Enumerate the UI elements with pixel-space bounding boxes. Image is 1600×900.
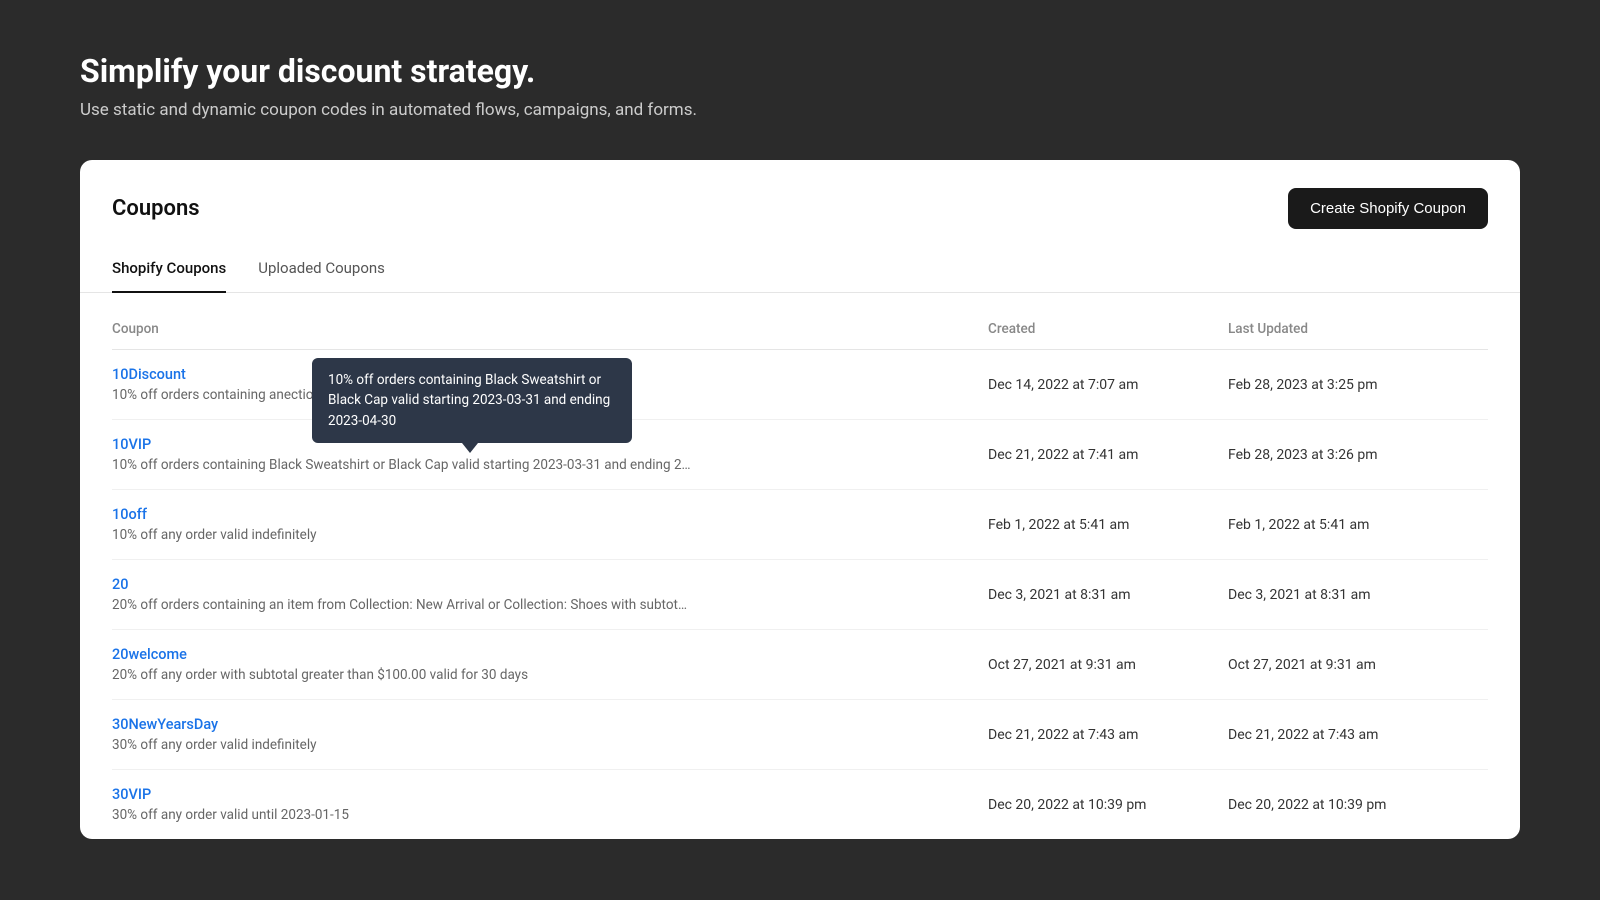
coupon-description: 10% off orders containing Black Sweatshi… [112,457,692,473]
table-row: 10VIP 10% off orders containing Black Swe… [112,420,1488,490]
coupon-name-link[interactable]: 10off [112,506,988,523]
last-updated-date: Dec 3, 2021 at 8:31 am [1228,576,1488,613]
table-header: Coupon Created Last Updated [112,313,1488,350]
tab-uploaded-coupons[interactable]: Uploaded Coupons [258,249,385,293]
page-subtitle: Use static and dynamic coupon codes in a… [80,100,1520,120]
coupon-cell: 30NewYearsDay 30% off any order valid ind… [112,716,988,753]
created-date: Dec 21, 2022 at 7:43 am [988,716,1228,753]
coupon-name-link[interactable]: 30VIP [112,786,988,803]
coupons-card: Coupons Create Shopify Coupon Shopify Co… [80,160,1520,839]
coupon-name-link[interactable]: 10Discount [112,366,988,383]
created-date: Dec 21, 2022 at 7:41 am [988,436,1228,473]
last-updated-date: Dec 21, 2022 at 7:43 am [1228,716,1488,753]
coupon-description: 30% off any order valid indefinitely [112,737,692,753]
column-header-created: Created [988,321,1228,337]
coupon-name-link[interactable]: 20 [112,576,988,593]
coupon-cell: 20welcome 20% off any order with subtotal… [112,646,988,683]
tab-shopify-coupons[interactable]: Shopify Coupons [112,249,226,293]
coupon-cell: 10VIP 10% off orders containing Black Swe… [112,436,988,473]
coupon-description: 10% off any order valid indefinitely [112,527,692,543]
table-row: 20welcome 20% off any order with subtotal… [112,630,1488,700]
last-updated-date: Oct 27, 2021 at 9:31 am [1228,646,1488,683]
table-row: 10off 10% off any order valid indefinitel… [112,490,1488,560]
table-row: 10% off orders containing Black Sweatshi… [112,350,1488,420]
coupon-name-link[interactable]: 10VIP [112,436,988,453]
coupon-name-link[interactable]: 30NewYearsDay [112,716,988,733]
card-title: Coupons [112,196,200,221]
coupon-cell: 20 20% off orders containing an item from… [112,576,988,613]
last-updated-date: Feb 28, 2023 at 3:26 pm [1228,436,1488,473]
page-title: Simplify your discount strategy. [80,52,1520,90]
create-shopify-coupon-button[interactable]: Create Shopify Coupon [1288,188,1488,229]
table-row: 30NewYearsDay 30% off any order valid ind… [112,700,1488,770]
page-header: Simplify your discount strategy. Use sta… [0,0,1600,160]
table-row: 20 20% off orders containing an item from… [112,560,1488,630]
coupon-description: 20% off orders containing an item from C… [112,597,692,613]
column-header-last-updated: Last Updated [1228,321,1488,337]
coupon-cell: 30VIP 30% off any order valid until 2023-… [112,786,988,823]
table-container: Coupon Created Last Updated 10% off orde… [80,293,1520,839]
last-updated-date: Feb 28, 2023 at 3:25 pm [1228,366,1488,403]
created-date: Dec 14, 2022 at 7:07 am [988,366,1228,403]
coupon-cell: 10Discount 10% off orders containing anec… [112,366,988,403]
tabs-container: Shopify Coupons Uploaded Coupons [80,249,1520,293]
created-date: Oct 27, 2021 at 9:31 am [988,646,1228,683]
column-header-coupon: Coupon [112,321,988,337]
coupon-description: 10% off orders containing anection: Unde… [112,387,692,403]
last-updated-date: Dec 20, 2022 at 10:39 pm [1228,786,1488,823]
table-row: 30VIP 30% off any order valid until 2023-… [112,770,1488,839]
coupon-description: 30% off any order valid until 2023-01-15 [112,807,692,823]
last-updated-date: Feb 1, 2022 at 5:41 am [1228,506,1488,543]
coupon-name-link[interactable]: 20welcome [112,646,988,663]
card-header: Coupons Create Shopify Coupon [80,188,1520,249]
created-date: Dec 20, 2022 at 10:39 pm [988,786,1228,823]
created-date: Feb 1, 2022 at 5:41 am [988,506,1228,543]
coupon-description: 20% off any order with subtotal greater … [112,667,692,683]
created-date: Dec 3, 2021 at 8:31 am [988,576,1228,613]
coupon-cell: 10off 10% off any order valid indefinitel… [112,506,988,543]
table-body: 10% off orders containing Black Sweatshi… [112,350,1488,839]
